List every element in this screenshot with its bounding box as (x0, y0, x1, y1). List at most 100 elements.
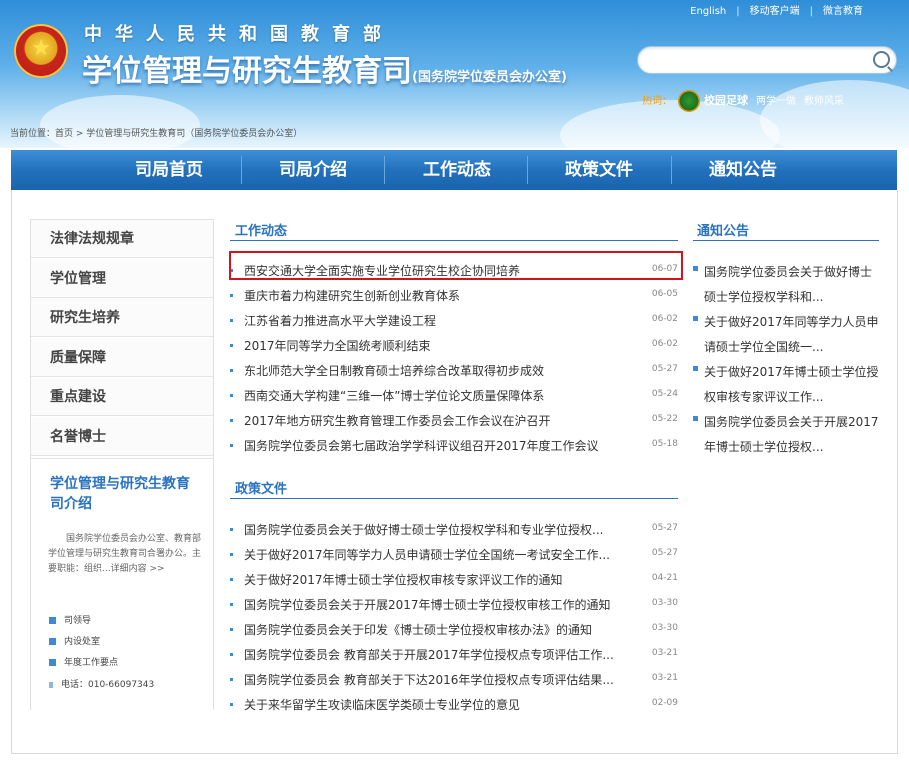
intro-text[interactable]: 国务院学位委员会办公室、教育部学位管理与研究生教育司合署办公。主要职能：组织..… (48, 532, 208, 577)
bullet-icon (693, 316, 698, 321)
hot-word-campus-football[interactable]: 校园足球 (704, 94, 748, 107)
hot-word-tag[interactable]: 教师风采 (804, 96, 844, 107)
work-news-item[interactable]: 2017年同等学力全国统考顺利结束 06-02 (230, 333, 679, 358)
ministry-name: 中华人民共和国教育部 (84, 24, 394, 45)
hot-words: 热词： 校园足球 两学一做 教师风采 (642, 90, 844, 112)
work-news-item[interactable]: 西南交通大学构建“三维一体”博士学位论文质量保障体系 05-24 (230, 383, 679, 408)
news-title: 国务院学位委员会第七届政治学学科评议组召开2017年度工作会议 (244, 439, 599, 453)
bullet-icon (693, 416, 698, 421)
policy-title: 国务院学位委员会 教育部关于开展2017年学位授权点专项评估工作... (244, 648, 614, 662)
nav-divider (671, 156, 672, 184)
policy-item[interactable]: 国务院学位委员会关于开展2017年博士硕士学位授权审核工作的通知 03-30 (230, 592, 679, 617)
news-date: 05-22 (651, 414, 678, 424)
policy-item[interactable]: 国务院学位委员会关于做好博士硕士学位授权学科和专业学位授权... 05-27 (230, 517, 679, 542)
notices-heading[interactable]: 通知公告 (697, 220, 749, 239)
notice-title: 关于做好2017年同等学力人员申请硕士学位全国统一... (704, 315, 879, 354)
bullet-icon (230, 369, 233, 372)
intro-link-label: 内设处室 (64, 637, 101, 647)
work-news-item[interactable]: 国务院学位委员会第七届政治学学科评议组召开2017年度工作会议 05-18 (230, 433, 679, 458)
news-title: 西南交通大学构建“三维一体”博士学位论文质量保障体系 (244, 389, 545, 403)
notice-item[interactable]: 关于做好2017年博士硕士学位授权审核专家评议工作... (693, 360, 879, 410)
policy-heading[interactable]: 政策文件 (235, 478, 287, 497)
bullet-icon (230, 394, 233, 397)
policy-date: 03-21 (651, 648, 678, 658)
work-news-item[interactable]: 重庆市着力构建研究生创新创业教育体系 06-05 (230, 283, 679, 308)
policy-item[interactable]: 国务院学位委员会关于印发《博士硕士学位授权审核办法》的通知 03-30 (230, 617, 679, 642)
intro-link-leaders[interactable]: 司领导 (49, 613, 91, 626)
notice-title: 国务院学位委员会关于开展2017年博士硕士学位授权... (704, 415, 879, 454)
work-news-item[interactable]: 2017年地方研究生教育管理工作委员会工作会议在沪召开 05-22 (230, 408, 679, 433)
news-title: 江苏省着力推进高水平大学建设工程 (244, 314, 437, 328)
department-intro: 学位管理与研究生教育司介绍 国务院学位委员会办公室、教育部学位管理与研究生教育司… (31, 458, 213, 710)
bullet-icon (230, 553, 233, 556)
nav-divider (241, 156, 242, 184)
nav-work-news[interactable]: 工作动态 (397, 150, 517, 190)
news-date: 05-18 (651, 439, 678, 449)
bullet-icon (230, 628, 233, 631)
work-news-item[interactable]: 东北师范大学全日制教育硕士培养综合改革取得初步成效 05-27 (230, 358, 679, 383)
sidebar-item-honorary-doctor[interactable]: 名誉博士 (31, 418, 213, 456)
phone-bullet-icon (49, 681, 53, 688)
policy-title: 国务院学位委员会关于开展2017年博士硕士学位授权审核工作的通知 (244, 598, 611, 612)
mobile-client-link[interactable]: 移动客户端 (740, 6, 810, 17)
policy-title: 国务院学位委员会关于印发《博士硕士学位授权审核办法》的通知 (244, 623, 593, 637)
policy-item[interactable]: 关于做好2017年同等学力人员申请硕士学位全国统一考试安全工作... 05-27 (230, 542, 679, 567)
news-date: 06-02 (651, 339, 678, 349)
news-date: 06-05 (651, 289, 678, 299)
intro-title[interactable]: 学位管理与研究生教育司介绍 (50, 474, 200, 514)
square-bullet-icon (49, 659, 56, 666)
nav-divider (527, 156, 528, 184)
sidebar-item-quality-assurance[interactable]: 质量保障 (31, 339, 213, 377)
bullet-icon (230, 578, 233, 581)
news-date: 05-27 (651, 364, 678, 374)
hot-words-label: 热词： (642, 96, 672, 107)
policy-item[interactable]: 关于来华留学生攻读临床医学类硕士专业学位的意见 02-09 (230, 692, 679, 717)
hot-word-tag[interactable]: 两学一做 (756, 96, 796, 107)
phone-number: 电话：010-66097343 (61, 680, 155, 690)
nav-divider (384, 156, 385, 184)
sidebar-item-graduate-training[interactable]: 研究生培养 (31, 299, 213, 337)
work-news-item[interactable]: 江苏省着力推进高水平大学建设工程 06-02 (230, 308, 679, 333)
work-news-underline (230, 240, 678, 241)
policy-date: 03-30 (651, 598, 678, 608)
sidebar-item-key-construction[interactable]: 重点建设 (31, 378, 213, 416)
bullet-icon (230, 419, 233, 422)
bullet-icon (693, 266, 698, 271)
sidebar-item-laws[interactable]: 法律法规规章 (31, 220, 213, 258)
policy-date: 02-09 (651, 698, 678, 708)
work-news-heading[interactable]: 工作动态 (235, 220, 287, 239)
intro-link-annual-plan[interactable]: 年度工作要点 (49, 655, 118, 668)
policy-title: 关于做好2017年博士硕士学位授权审核专家评议工作的通知 (244, 573, 563, 587)
english-link[interactable]: English (680, 6, 736, 17)
main-nav: 司局首页 司局介绍 工作动态 政策文件 通知公告 (11, 150, 897, 190)
sidebar-item-degree-management[interactable]: 学位管理 (31, 260, 213, 298)
nav-policy[interactable]: 政策文件 (539, 150, 659, 190)
bullet-icon (230, 444, 233, 447)
bullet-icon (693, 366, 698, 371)
national-emblem-icon: ★ (14, 24, 68, 78)
bullet-icon (230, 528, 233, 531)
square-bullet-icon (49, 638, 56, 645)
policy-item[interactable]: 国务院学位委员会 教育部关于开展2017年学位授权点专项评估工作... 03-21 (230, 642, 679, 667)
search-input[interactable] (637, 46, 897, 74)
notice-item[interactable]: 关于做好2017年同等学力人员申请硕士学位全国统一... (693, 310, 879, 360)
nav-about[interactable]: 司局介绍 (253, 150, 373, 190)
site-title[interactable]: 学位管理与研究生教育司(国务院学位委员会办公室) (82, 46, 567, 90)
intro-link-label: 司领导 (64, 616, 92, 626)
notice-item[interactable]: 国务院学位委员会关于开展2017年博士硕士学位授权... (693, 410, 879, 460)
nav-notices[interactable]: 通知公告 (683, 150, 803, 190)
breadcrumb: 当前位置：首页 > 学位管理与研究生教育司（国务院学位委员会办公室） (10, 129, 303, 139)
policy-item[interactable]: 国务院学位委员会 教育部关于下达2016年学位授权点专项评估结果... 03-21 (230, 667, 679, 692)
search-icon[interactable] (873, 51, 890, 68)
bullet-icon (230, 344, 233, 347)
top-links: English | 移动客户端 | 微言教育 (680, 2, 873, 17)
notice-item[interactable]: 国务院学位委员会关于做好博士硕士学位授权学科和... (693, 260, 879, 310)
bullet-icon (230, 319, 233, 322)
nav-home[interactable]: 司局首页 (109, 150, 229, 190)
news-date: 05-24 (651, 389, 678, 399)
policy-date: 03-30 (651, 623, 678, 633)
intro-link-departments[interactable]: 内设处室 (49, 634, 100, 647)
news-title: 2017年地方研究生教育管理工作委员会工作会议在沪召开 (244, 414, 551, 428)
policy-item[interactable]: 关于做好2017年博士硕士学位授权审核专家评议工作的通知 04-21 (230, 567, 679, 592)
weiyan-education-link[interactable]: 微言教育 (813, 6, 873, 17)
